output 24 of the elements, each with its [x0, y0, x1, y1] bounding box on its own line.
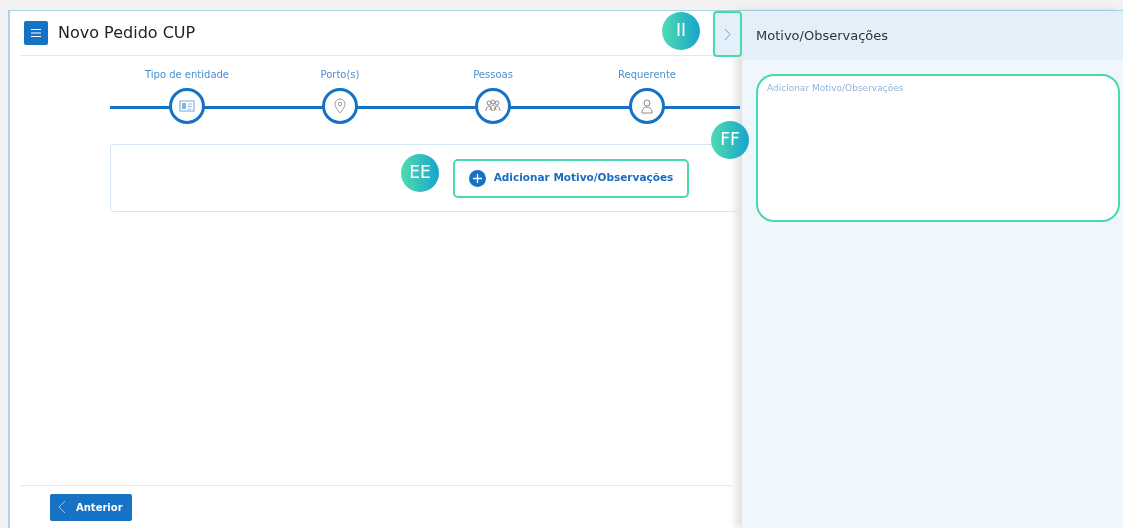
page-title: Novo Pedido CUP	[58, 22, 196, 44]
step-circle[interactable]	[169, 88, 205, 124]
id-card-icon	[178, 97, 196, 115]
location-pin-icon	[331, 97, 349, 115]
step-label: Pessoas	[473, 68, 513, 82]
menu-button[interactable]	[24, 21, 48, 45]
step-circle[interactable]	[322, 88, 358, 124]
annotation-marker: II	[662, 12, 700, 50]
step-circle[interactable]	[475, 88, 511, 124]
step-circle[interactable]	[629, 88, 665, 124]
step-label: Tipo de entidade	[144, 68, 230, 82]
plus-circle-icon	[468, 169, 486, 187]
annotation-marker: EE	[401, 154, 439, 192]
previous-button[interactable]: Anterior	[50, 493, 132, 521]
step-label: Porto(s)	[320, 68, 360, 82]
chevron-right-icon	[724, 27, 731, 41]
observations-field[interactable]: Adicionar Motivo/Observações	[756, 74, 1120, 222]
menu-icon	[30, 28, 42, 38]
panel-title: Motivo/Observações	[756, 26, 889, 45]
person-icon	[638, 97, 656, 115]
step-label: Requerente	[618, 68, 676, 82]
add-observations-button[interactable]: Adicionar Motivo/Observações	[453, 158, 689, 198]
annotation-marker: FF	[711, 121, 749, 159]
chevron-left-icon	[58, 500, 66, 514]
